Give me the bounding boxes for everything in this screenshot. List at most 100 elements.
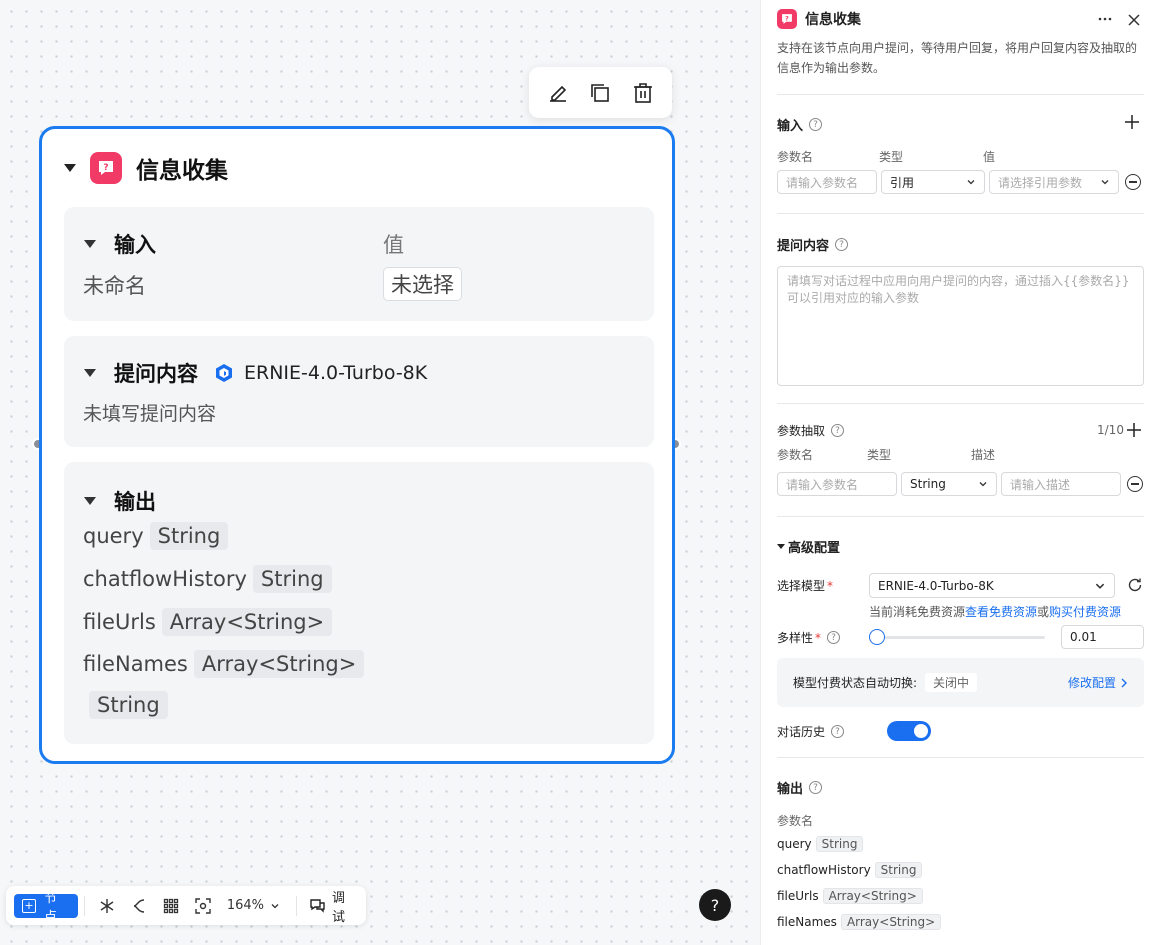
extract-type-select[interactable]: String — [901, 472, 997, 496]
question-chat-icon: ? — [90, 152, 122, 184]
help-circle-icon[interactable]: ? — [835, 238, 849, 251]
model-label: 选择模型 * — [777, 579, 834, 593]
plus-icon: + — [22, 898, 36, 913]
col-param-name: 参数名 — [777, 150, 814, 164]
output-item: fileUrls Array<String> — [777, 888, 923, 904]
help-circle-icon[interactable]: ? — [809, 118, 823, 131]
diversity-input[interactable]: 0.01 — [1061, 625, 1144, 649]
prompt-section-label: 提问内容 — [114, 362, 198, 386]
node-prompt-section: 提问内容 ERNIE-4.0-Turbo-8K 未填写提问内容 — [64, 336, 654, 447]
input-value-select[interactable]: 请选择引用参数 — [989, 170, 1119, 194]
refresh-icon[interactable] — [1127, 577, 1143, 597]
panel-header: ? 信息收集 — [777, 9, 861, 29]
output-item: chatflowHistory String — [777, 862, 923, 878]
param-name: 未命名 — [83, 274, 146, 298]
remove-input-icon[interactable] — [1125, 174, 1141, 190]
output-label: 输出 ? — [777, 778, 823, 797]
free-resource-link[interactable]: 查看免费资源 — [965, 605, 1037, 619]
copy-icon[interactable] — [587, 80, 613, 106]
caret-down-icon — [777, 544, 785, 549]
collapse-caret-icon[interactable] — [84, 369, 96, 377]
prompt-placeholder: 未填写提问内容 — [83, 403, 217, 425]
chevron-down-icon — [966, 177, 976, 187]
svg-text:?: ? — [103, 163, 108, 173]
help-button[interactable]: ? — [699, 889, 731, 921]
diversity-slider-thumb[interactable] — [868, 629, 885, 645]
node-input-section: 输入 值 未命名 未选择 — [64, 207, 654, 321]
output-section-label: 输出 — [114, 490, 156, 514]
extract-param-name-field[interactable]: 请输入参数名 — [777, 472, 897, 496]
auto-switch-banner: 模型付费状态自动切换: 关闭中 修改配置 — [777, 658, 1144, 707]
add-input-icon[interactable] — [1124, 114, 1140, 134]
col-value: 值 — [983, 150, 996, 164]
node-title: 信息收集 — [136, 158, 228, 184]
trash-icon[interactable] — [630, 80, 656, 106]
input-section-label: 输入 — [114, 233, 156, 257]
output-item: query String — [777, 836, 864, 852]
debug-chat-icon — [309, 898, 326, 913]
col-type: 类型 — [867, 448, 892, 462]
input-param-name-field[interactable]: 请输入参数名 — [777, 170, 877, 194]
diversity-slider-track[interactable] — [875, 636, 1045, 639]
zoom-select[interactable]: 164% — [227, 898, 280, 913]
add-extract-icon[interactable] — [1126, 422, 1142, 442]
panel-description: 支持在该节点向用户提问，等待用户回复，将用户回复内容及抽取的信息作为输出参数。 — [777, 41, 1138, 75]
advanced-config-toggle[interactable]: 高级配置 — [777, 537, 840, 556]
extract-label: 参数抽取 ? — [777, 422, 845, 439]
input-type-select[interactable]: 引用 — [881, 170, 985, 194]
input-label: 输入 ? — [777, 115, 823, 134]
workflow-canvas[interactable]: ? 信息收集 输入 值 未命名 未选择 提问内容 ERNIE-4.0-Turbo… — [0, 0, 760, 945]
more-icon[interactable] — [1097, 11, 1113, 31]
chevron-down-icon — [978, 479, 988, 489]
svg-text:?: ? — [785, 15, 789, 22]
auto-layout-icon[interactable] — [91, 898, 123, 914]
prompt-model-name: ERNIE-4.0-Turbo-8K — [244, 362, 428, 384]
output-item: String — [83, 691, 168, 719]
remove-extract-icon[interactable] — [1127, 476, 1143, 492]
connector-style-icon[interactable] — [123, 898, 155, 914]
extract-desc-field[interactable]: 请输入描述 — [1001, 472, 1121, 496]
fit-view-icon[interactable] — [187, 897, 219, 914]
collapse-caret-icon[interactable] — [84, 497, 96, 505]
paid-resource-link[interactable]: 购买付费资源 — [1049, 605, 1121, 619]
output-item: fileUrls Array<String> — [83, 608, 333, 636]
model-select[interactable]: ERNIE-4.0-Turbo-8K — [869, 573, 1115, 598]
node-toolbar — [529, 67, 672, 118]
edit-icon[interactable] — [545, 80, 571, 106]
resource-hint: 当前消耗免费资源查看免费资源或购买付费资源 — [869, 605, 1122, 619]
chevron-down-icon — [1094, 580, 1106, 592]
col-param-name: 参数名 — [777, 814, 814, 828]
help-circle-icon[interactable]: ? — [831, 725, 845, 738]
chevron-right-icon — [1120, 678, 1128, 688]
help-circle-icon[interactable]: ? — [831, 424, 845, 437]
panel-title: 信息收集 — [805, 12, 861, 28]
diversity-label: 多样性 * ? — [777, 629, 841, 646]
node-config-panel: ? 信息收集 支持在该节点向用户提问，等待用户回复，将用户回复内容及抽取的信息作… — [760, 0, 1160, 945]
output-item: fileNames Array<String> — [777, 914, 942, 930]
output-item: chatflowHistory String — [83, 565, 332, 593]
grid-icon[interactable] — [155, 898, 187, 914]
modify-config-link[interactable]: 修改配置 — [1068, 674, 1128, 691]
chevron-down-icon — [1100, 177, 1110, 187]
prompt-textarea[interactable]: 请填写对话过程中应用向用户提问的内容，通过插入{{参数名}}可以引用对应的输入参… — [777, 266, 1144, 386]
value-header: 值 — [383, 233, 404, 257]
info-collect-node[interactable]: ? 信息收集 输入 值 未命名 未选择 提问内容 ERNIE-4.0-Turbo… — [39, 126, 675, 764]
col-desc: 描述 — [971, 448, 996, 462]
history-label: 对话历史 ? — [777, 723, 845, 740]
close-icon[interactable] — [1127, 12, 1141, 31]
help-circle-icon[interactable]: ? — [827, 631, 841, 644]
help-circle-icon[interactable]: ? — [809, 781, 823, 794]
output-item: fileNames Array<String> — [83, 650, 365, 678]
col-type: 类型 — [879, 150, 904, 164]
collapse-caret-icon[interactable] — [64, 164, 76, 172]
canvas-toolbar: + 节点 164% 调试 — [6, 886, 366, 925]
param-value: 未选择 — [383, 267, 462, 301]
model-logo-icon — [214, 363, 234, 383]
question-chat-icon: ? — [777, 9, 797, 29]
debug-button[interactable]: 调试 — [309, 887, 358, 925]
col-param-name: 参数名 — [777, 448, 814, 462]
add-node-button[interactable]: + 节点 — [14, 891, 78, 925]
prompt-label: 提问内容 ? — [777, 235, 849, 254]
history-toggle[interactable] — [887, 721, 931, 741]
collapse-caret-icon[interactable] — [84, 240, 96, 248]
